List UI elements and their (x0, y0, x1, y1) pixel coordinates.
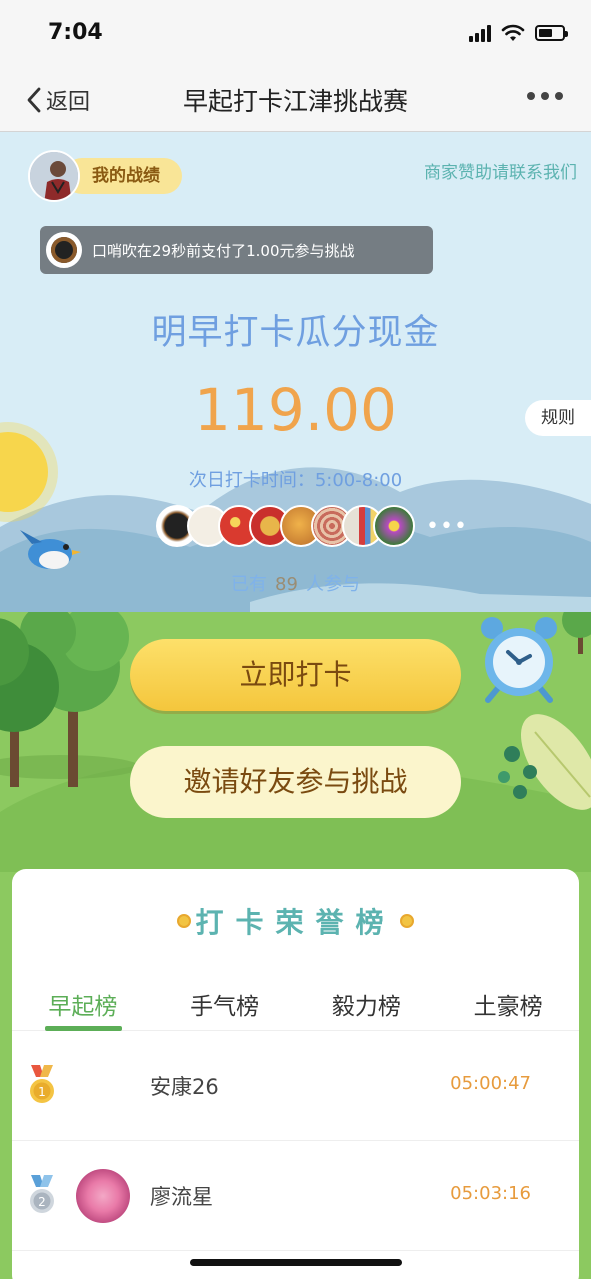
alarm-clock-icon (481, 617, 557, 703)
wifi-icon (501, 24, 525, 41)
medal-icon (399, 914, 414, 928)
tab-big-spender[interactable]: 土豪榜 (437, 979, 579, 1030)
joined-count-text: 已有 89 人参与 (0, 570, 591, 596)
checkin-timestamp: 05:00:47 (450, 1073, 531, 1094)
avatar (76, 1169, 130, 1223)
payment-ticker: 口哨吹在29秒前支付了1.00元参与挑战 (40, 226, 433, 274)
invite-friends-button[interactable]: 邀请好友参与挑战 (130, 746, 461, 818)
tab-early-riser[interactable]: 早起榜 (12, 979, 154, 1031)
checkin-time: 次日打卡时间：5:00-8:00 (188, 470, 403, 491)
my-record-label: 我的战绩 (64, 158, 182, 194)
more-button[interactable] (527, 92, 563, 100)
board-title: 打卡荣誉榜 (12, 901, 579, 941)
silver-medal-icon: 2 (30, 1175, 54, 1213)
joined-prefix: 已有 (231, 574, 268, 595)
ticker-text: 口哨吹在29秒前支付了1.00元参与挑战 (92, 241, 355, 260)
avatar (76, 1059, 130, 1113)
table-row[interactable]: 1 安康26 05:00:47 (12, 1031, 579, 1141)
board-tabs: 早起榜 手气榜 毅力榜 土豪榜 (12, 979, 579, 1031)
board-title-text: 打卡荣誉榜 (195, 906, 396, 939)
ticker-avatar (46, 232, 82, 268)
headline: 明早打卡瓜分现金 (151, 313, 440, 353)
participant-name: 廖流星 (150, 1185, 213, 1209)
signal-icon (469, 24, 491, 42)
joined-suffix: 人参与 (305, 574, 360, 595)
status-icons (469, 24, 568, 42)
status-time: 7:04 (48, 20, 103, 45)
rules-button[interactable]: 规则 (525, 400, 591, 436)
medal-icon (177, 914, 192, 928)
participant-avatars[interactable]: ••• (156, 504, 468, 548)
sponsor-contact-link[interactable]: 商家赞助请联系我们 (424, 158, 577, 183)
participant-name: 安康26 (150, 1075, 219, 1099)
checkin-button[interactable]: 立即打卡 (130, 639, 461, 711)
home-indicator (190, 1259, 402, 1266)
tab-luck[interactable]: 手气榜 (154, 979, 296, 1030)
tab-perseverance[interactable]: 毅力榜 (296, 979, 438, 1030)
more-dot-icon (555, 92, 563, 100)
my-record-entry[interactable]: 我的战绩 (28, 150, 182, 202)
joined-count: 89 (275, 574, 298, 595)
rank-number: 1 (38, 1085, 46, 1099)
more-dot-icon (527, 92, 535, 100)
status-bar: 7:04 (0, 0, 591, 68)
more-dot-icon (541, 92, 549, 100)
prize-amount: 119.00 (194, 376, 397, 444)
page: 7:04 返回 早起打卡江津挑战赛 我的战绩 商家赞助请联系我们 口哨吹在29秒… (0, 0, 591, 1279)
gold-medal-icon: 1 (30, 1065, 54, 1103)
battery-level (539, 29, 552, 37)
more-participants-dots: ••• (426, 513, 468, 539)
user-avatar (28, 150, 80, 202)
participant-avatar (373, 505, 415, 547)
checkin-timestamp: 05:03:16 (450, 1183, 531, 1204)
table-row[interactable]: 2 廖流星 05:03:16 (12, 1141, 579, 1251)
honor-board: 打卡荣誉榜 早起榜 手气榜 毅力榜 土豪榜 1 安康26 05:00:47 2 … (12, 869, 579, 1279)
hero-section: 我的战绩 商家赞助请联系我们 口哨吹在29秒前支付了1.00元参与挑战 明早打卡… (0, 132, 591, 612)
nav-bar: 返回 早起打卡江津挑战赛 (0, 68, 591, 132)
page-title: 早起打卡江津挑战赛 (182, 87, 408, 116)
battery-icon (535, 25, 568, 41)
rank-number: 2 (38, 1195, 46, 1209)
